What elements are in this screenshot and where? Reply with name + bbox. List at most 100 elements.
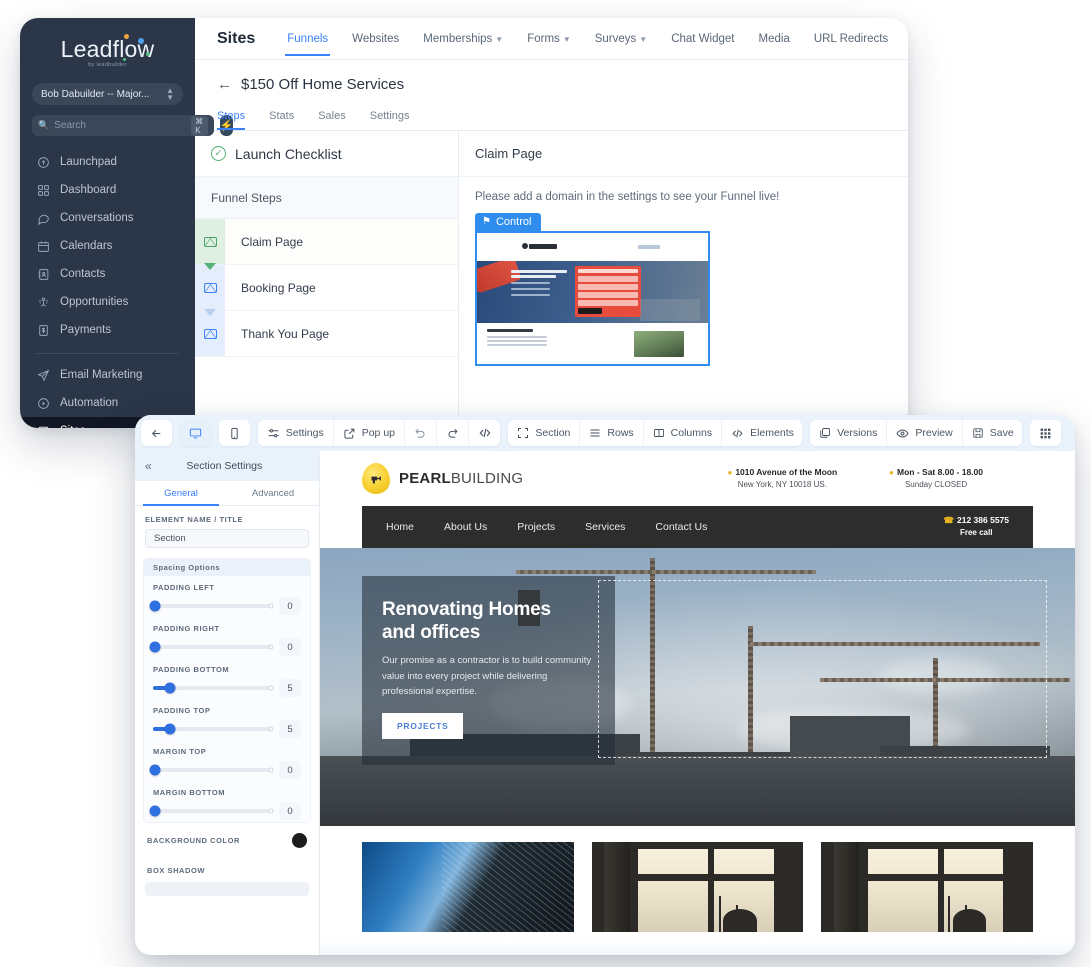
- site-brand[interactable]: PEARLBUILDING: [362, 463, 523, 494]
- site-header-info: ● 1010 Avenue of the Moon New York, NY 10…: [727, 466, 1033, 490]
- site-phone-block[interactable]: ☎ 212 386 5575 Free call: [943, 515, 1009, 538]
- slider-value[interactable]: 0: [279, 761, 301, 779]
- desktop-view-button[interactable]: [179, 420, 211, 446]
- sub-tab-steps[interactable]: Steps: [217, 103, 257, 130]
- settings-label: Settings: [285, 427, 324, 439]
- slider-value[interactable]: 0: [279, 802, 301, 820]
- builder-back-button[interactable]: [141, 420, 172, 446]
- columns-button[interactable]: Columns: [642, 420, 721, 446]
- undo-button[interactable]: [404, 420, 436, 446]
- search-shortcut-badge: ⌘ K: [191, 115, 208, 136]
- settings-panel-title: Section Settings: [186, 460, 263, 472]
- sub-tab-settings[interactable]: Settings: [358, 103, 422, 130]
- versions-button[interactable]: Versions: [810, 420, 886, 446]
- send-icon: [36, 368, 50, 382]
- funnel-steps-heading: Funnel Steps: [195, 177, 458, 219]
- tab-label: Media: [758, 33, 790, 45]
- settings-scroll-area[interactable]: ELEMENT NAME / TITLE Section Spacing Opt…: [135, 506, 319, 955]
- slider-padding-right: PADDING RIGHT 0: [144, 617, 310, 658]
- site-navigation: Home About Us Projects Services Contact …: [362, 506, 1033, 548]
- mobile-view-button[interactable]: [219, 420, 250, 446]
- sidebar-item-label: Calendars: [60, 240, 113, 252]
- sidebar-item-automation[interactable]: Automation: [20, 389, 195, 417]
- nav-link-services[interactable]: Services: [585, 521, 625, 533]
- slider-value[interactable]: 5: [279, 679, 301, 697]
- funnel-header: ← $150 Off Home Services: [195, 60, 908, 93]
- slider-track[interactable]: [149, 764, 274, 776]
- element-name-input[interactable]: Section: [145, 529, 309, 548]
- tab-memberships[interactable]: Memberships ▼: [411, 21, 515, 56]
- thumbnail-window-1[interactable]: [591, 842, 804, 932]
- sidebar-item-payments[interactable]: Payments: [20, 316, 195, 344]
- background-color-swatch[interactable]: [292, 833, 307, 848]
- nav-link-about-us[interactable]: About Us: [444, 521, 487, 533]
- slider-label: PADDING RIGHT: [153, 624, 220, 633]
- search-box[interactable]: 🔍 ⌘ K: [32, 115, 214, 136]
- tab-chat-widget[interactable]: Chat Widget: [659, 21, 746, 56]
- thumbnail-window-2[interactable]: [821, 842, 1034, 932]
- sidebar-item-launchpad[interactable]: Launchpad: [20, 148, 195, 176]
- step-connector-arrow-icon: [204, 309, 216, 316]
- slider-value[interactable]: 0: [279, 597, 301, 615]
- slider-track[interactable]: [149, 805, 274, 817]
- funnel-step-row[interactable]: Booking Page: [195, 265, 458, 316]
- sidebar-item-email-marketing[interactable]: Email Marketing: [20, 361, 195, 389]
- nav-link-home[interactable]: Home: [386, 521, 414, 533]
- preview-about-section: [477, 322, 708, 364]
- thumbnail-architecture[interactable]: [362, 842, 574, 932]
- tab-websites[interactable]: Websites: [340, 21, 411, 56]
- code-button[interactable]: [468, 420, 500, 446]
- slider-track[interactable]: [153, 723, 274, 735]
- page-preview-thumbnail[interactable]: [475, 230, 710, 366]
- hero-text-block[interactable]: Renovating Homes and offices Our promise…: [362, 576, 615, 766]
- sidebar-item-conversations[interactable]: Conversations: [20, 204, 195, 232]
- nav-link-contact-us[interactable]: Contact Us: [655, 521, 707, 533]
- slider-value[interactable]: 5: [279, 720, 301, 738]
- slider-track[interactable]: [153, 682, 274, 694]
- account-selector[interactable]: Bob Dabuilder -- Major... ▲ ▼: [32, 83, 183, 105]
- sidebar-item-dashboard[interactable]: Dashboard: [20, 176, 195, 204]
- tab-funnels[interactable]: Funnels: [275, 21, 340, 56]
- search-row: 🔍 ⌘ K ⚡: [20, 105, 234, 144]
- preview-button[interactable]: Preview: [886, 420, 961, 446]
- page-canvas[interactable]: PEARLBUILDING ● 1010 Avenue of the Moon N…: [320, 451, 1075, 955]
- sidebar-item-contacts[interactable]: Contacts: [20, 260, 195, 288]
- back-arrow-icon[interactable]: ←: [217, 76, 232, 93]
- funnel-step-row[interactable]: Claim Page: [195, 219, 458, 270]
- elements-button[interactable]: Elements: [721, 420, 802, 446]
- box-shadow-select[interactable]: [145, 882, 309, 896]
- settings-button[interactable]: Settings: [258, 420, 333, 446]
- slider-track[interactable]: [149, 600, 274, 612]
- funnel-step-row[interactable]: Thank You Page: [195, 311, 458, 357]
- redo-button[interactable]: [436, 420, 468, 446]
- hero-section[interactable]: Renovating Homes and offices Our promise…: [320, 548, 1075, 826]
- tab-media[interactable]: Media: [746, 21, 801, 56]
- envelope-icon: [203, 282, 217, 293]
- tab-forms[interactable]: Forms ▼: [515, 21, 583, 56]
- sub-tab-stats[interactable]: Stats: [257, 103, 306, 130]
- preview-link: [638, 244, 660, 249]
- tab-surveys[interactable]: Surveys ▼: [583, 21, 659, 56]
- hero-projects-button[interactable]: PROJECTS: [382, 713, 464, 740]
- tab-advanced[interactable]: Advanced: [227, 481, 319, 505]
- popup-button[interactable]: Pop up: [332, 420, 404, 446]
- sidebar-item-opportunities[interactable]: Opportunities: [20, 288, 195, 316]
- rocket-icon: [36, 155, 50, 169]
- ground-silhouette: [320, 756, 1075, 826]
- rows-button[interactable]: Rows: [579, 420, 642, 446]
- apps-button[interactable]: [1030, 420, 1061, 446]
- sidebar-item-calendars[interactable]: Calendars: [20, 232, 195, 260]
- section-button[interactable]: Section: [508, 420, 579, 446]
- tab-url-redirects[interactable]: URL Redirects: [802, 21, 900, 56]
- tab-general[interactable]: General: [135, 481, 227, 506]
- control-variant-badge[interactable]: ⚑ Control: [475, 212, 542, 231]
- sub-tab-sales[interactable]: Sales: [306, 103, 358, 130]
- background-color-row[interactable]: BACKGROUND COLOR: [135, 823, 319, 856]
- save-button[interactable]: Save: [961, 420, 1022, 446]
- search-input[interactable]: [54, 120, 187, 131]
- nav-link-projects[interactable]: Projects: [517, 521, 555, 533]
- slider-value[interactable]: 0: [279, 638, 301, 656]
- slider-label: PADDING TOP: [153, 706, 211, 715]
- slider-track[interactable]: [149, 641, 274, 653]
- launch-checklist-row[interactable]: ✓ Launch Checklist: [195, 131, 458, 177]
